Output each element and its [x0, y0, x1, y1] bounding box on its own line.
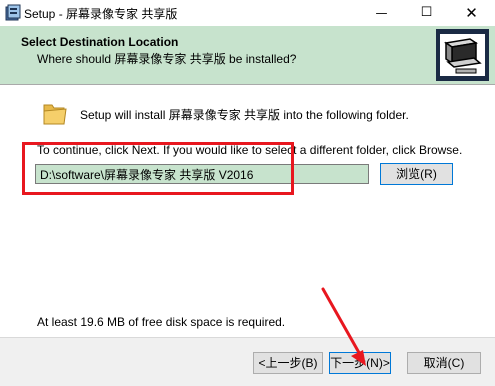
header-divider [0, 84, 495, 85]
red-highlight-box [22, 142, 294, 195]
folder-icon [43, 104, 67, 125]
next-button[interactable]: 下一步(N)> [329, 352, 391, 374]
close-button[interactable]: ✕ [449, 0, 494, 26]
disk-space-text: At least 19.6 MB of free disk space is r… [37, 315, 286, 329]
wizard-computer-icon [436, 29, 489, 81]
minimize-button[interactable]: — [359, 0, 404, 26]
browse-button[interactable]: 浏览(R) [380, 163, 453, 185]
wizard-header: Select Destination Location Where should… [0, 26, 495, 84]
install-info-text: Setup will install 屏幕录像专家 共享版 into the f… [80, 108, 409, 122]
title-bar[interactable]: Setup - 屏幕录像专家 共享版 — ☐ ✕ [0, 0, 495, 26]
back-button[interactable]: <上一步(B) [253, 352, 323, 374]
cancel-button[interactable]: 取消(C) [407, 352, 481, 374]
setup-app-icon [5, 4, 21, 21]
window-title: Setup - 屏幕录像专家 共享版 [24, 7, 178, 21]
page-title: Select Destination Location [21, 35, 179, 49]
maximize-button[interactable]: ☐ [404, 0, 449, 26]
page-subtitle: Where should 屏幕录像专家 共享版 be installed? [37, 52, 297, 66]
